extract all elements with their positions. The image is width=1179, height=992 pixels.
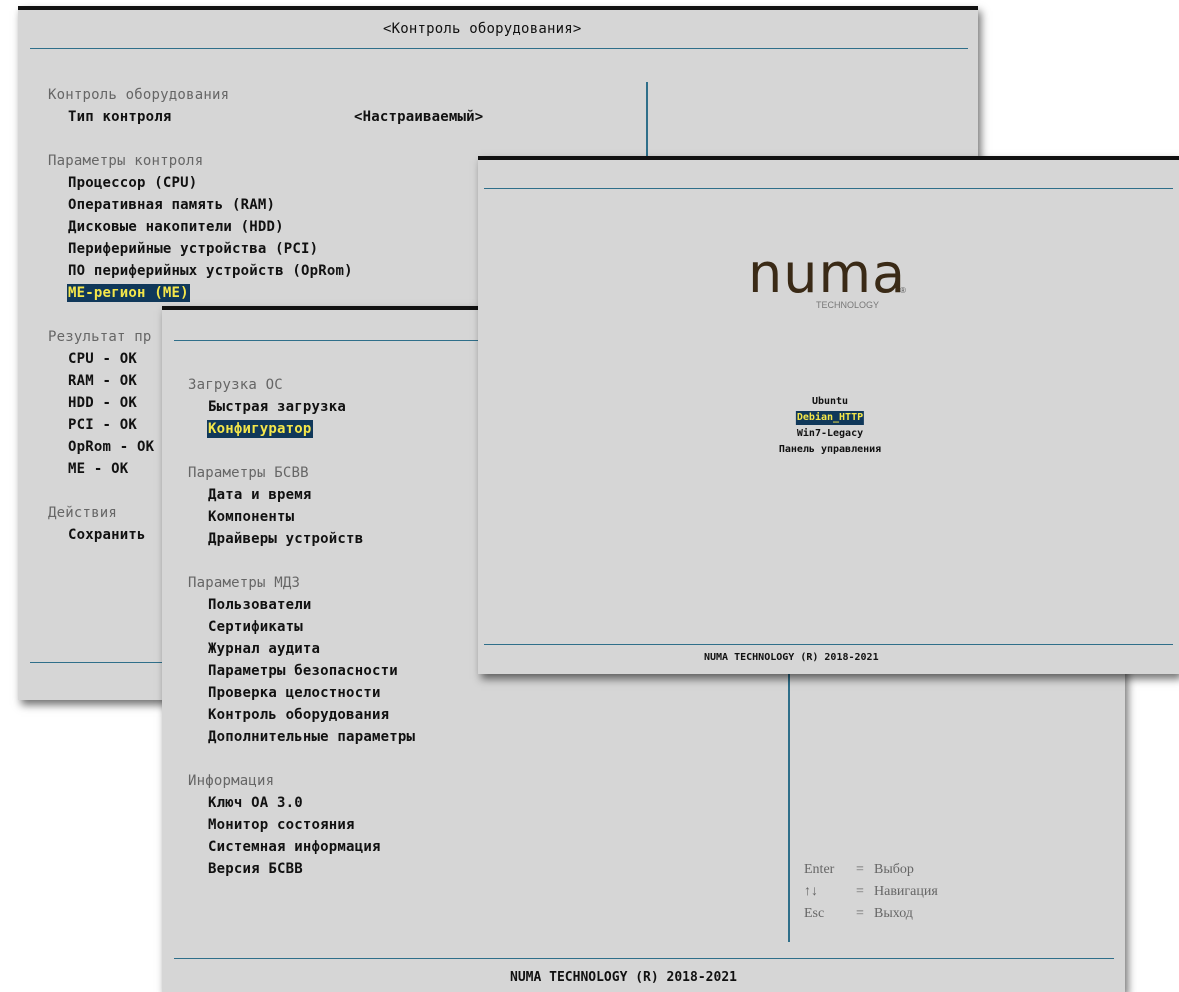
menu-state-monitor[interactable]: Монитор состояния xyxy=(208,816,355,834)
section-results: Результат пр xyxy=(48,329,152,345)
boot-option-ubuntu[interactable]: Ubuntu xyxy=(812,395,848,409)
section-information: Информация xyxy=(188,773,275,789)
logo-registered-mark: ® xyxy=(900,286,906,295)
result-oprom: OpRom - OK xyxy=(68,439,155,455)
top-divider xyxy=(484,188,1173,189)
menu-hardware-control[interactable]: Контроль оборудования xyxy=(208,706,389,724)
section-hardware-control: Контроль оборудования xyxy=(48,87,230,103)
help-arrows-desc: Навигация xyxy=(874,884,938,899)
boot-selection-window: numa TECHNOLOGY ® Ubuntu Debian_HTTP Win… xyxy=(478,156,1179,674)
boot-option-control-panel[interactable]: Панель управления xyxy=(779,443,881,457)
menu-security-params[interactable]: Параметры безопасности xyxy=(208,662,398,680)
menu-bios-version[interactable]: Версия БСВВ xyxy=(208,860,303,878)
param-ram[interactable]: Оперативная память (RAM) xyxy=(68,196,275,214)
help-esc-eq: = xyxy=(856,906,864,921)
section-actions: Действия xyxy=(48,505,118,521)
title-divider xyxy=(30,48,968,49)
boot-option-win7[interactable]: Win7-Legacy xyxy=(797,427,863,441)
menu-users[interactable]: Пользователи xyxy=(208,596,312,614)
result-hdd: HDD - OK xyxy=(68,395,138,411)
help-divider xyxy=(788,650,790,942)
result-cpu: CPU - OK xyxy=(68,351,138,367)
help-arrows-eq: = xyxy=(856,884,864,899)
logo-wordmark: numa xyxy=(748,242,907,305)
result-ram: RAM - OK xyxy=(68,373,138,389)
param-pci[interactable]: Периферийные устройства (PCI) xyxy=(68,240,318,258)
param-cpu[interactable]: Процессор (CPU) xyxy=(68,174,197,192)
footer-divider xyxy=(174,958,1114,959)
window-title: <Контроль оборудования> xyxy=(383,21,582,37)
param-hdd[interactable]: Дисковые накопители (HDD) xyxy=(68,218,284,236)
numa-logo: numa TECHNOLOGY ® xyxy=(748,244,918,324)
menu-date-time[interactable]: Дата и время xyxy=(208,486,312,504)
menu-audit-log[interactable]: Журнал аудита xyxy=(208,640,320,658)
menu-device-drivers[interactable]: Драйверы устройств xyxy=(208,530,363,548)
menu-components[interactable]: Компоненты xyxy=(208,508,294,526)
footer-copyright: NUMA TECHNOLOGY (R) 2018-2021 xyxy=(510,970,737,985)
section-os-boot: Загрузка ОС xyxy=(188,377,283,393)
menu-integrity-check[interactable]: Проверка целостности xyxy=(208,684,381,702)
menu-additional-params[interactable]: Дополнительные параметры xyxy=(208,728,415,746)
control-type-label[interactable]: Тип контроля xyxy=(68,108,172,126)
control-type-value[interactable]: <Настраиваемый> xyxy=(354,108,483,126)
boot-option-debian-selected[interactable]: Debian_HTTP xyxy=(795,411,865,425)
menu-oa-key[interactable]: Ключ ОА 3.0 xyxy=(208,794,303,812)
result-me: ME - OK xyxy=(68,461,129,477)
menu-certificates[interactable]: Сертификаты xyxy=(208,618,303,636)
footer-copyright: NUMA TECHNOLOGY (R) 2018-2021 xyxy=(704,652,879,663)
section-control-params: Параметры контроля xyxy=(48,153,204,169)
section-bios-params: Параметры БСВВ xyxy=(188,465,309,481)
help-enter-key: Enter xyxy=(804,862,835,877)
menu-system-info[interactable]: Системная информация xyxy=(208,838,381,856)
help-esc-desc: Выход xyxy=(874,906,913,921)
menu-configurator-selected[interactable]: Конфигуратор xyxy=(207,420,313,438)
result-pci: PCI - OK xyxy=(68,417,138,433)
save-action[interactable]: Сохранить xyxy=(68,526,146,544)
help-esc-key: Esc xyxy=(804,906,825,921)
menu-fast-boot[interactable]: Быстрая загрузка xyxy=(208,398,346,416)
help-enter-desc: Выбор xyxy=(874,862,914,877)
section-mdz-params: Параметры МДЗ xyxy=(188,575,301,591)
param-me-selected[interactable]: ME-регион (ME) xyxy=(67,284,190,302)
help-enter-eq: = xyxy=(856,862,864,877)
param-oprom[interactable]: ПО периферийных устройств (OpRom) xyxy=(68,262,353,280)
bottom-divider xyxy=(484,644,1173,645)
logo-technology: TECHNOLOGY xyxy=(816,300,880,310)
help-arrows-key: ↑↓ xyxy=(804,884,818,899)
